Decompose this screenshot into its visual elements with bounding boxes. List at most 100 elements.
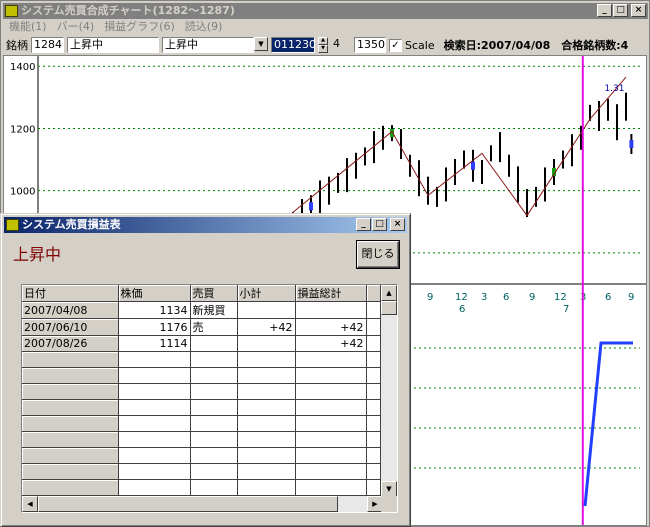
table-cell[interactable] bbox=[366, 463, 381, 480]
table-row[interactable]: 2007/04/08 1134 新規買 bbox=[22, 301, 381, 319]
column-header[interactable]: 小計 bbox=[237, 285, 296, 302]
table-cell[interactable] bbox=[295, 383, 367, 400]
table-cell[interactable] bbox=[237, 431, 296, 448]
table-cell[interactable]: 1176 bbox=[118, 318, 191, 336]
table-cell[interactable] bbox=[366, 351, 381, 368]
table-row[interactable] bbox=[22, 431, 381, 448]
column-header[interactable]: 損益総計 bbox=[295, 285, 367, 302]
table-cell[interactable] bbox=[366, 399, 381, 416]
table-cell[interactable] bbox=[295, 367, 367, 384]
dialog-titlebar[interactable]: システム売買損益表 _ □ × bbox=[4, 217, 407, 233]
table-cell[interactable] bbox=[190, 447, 238, 464]
table-cell[interactable]: 2007/04/08 bbox=[22, 301, 119, 319]
table-cell[interactable]: +42 bbox=[295, 318, 367, 336]
table-row[interactable] bbox=[22, 447, 381, 464]
table-cell[interactable] bbox=[237, 335, 296, 352]
table-cell[interactable] bbox=[190, 383, 238, 400]
name-field[interactable]: 上昇中 bbox=[67, 37, 159, 53]
table-cell[interactable] bbox=[237, 447, 296, 464]
close-window-button[interactable]: × bbox=[631, 4, 646, 17]
table-cell[interactable]: 新規買 bbox=[190, 301, 238, 319]
table-cell[interactable] bbox=[190, 351, 238, 368]
table-cell[interactable] bbox=[237, 479, 296, 496]
menu-item-pnl-graph[interactable]: 損益グラフ(6) bbox=[104, 19, 175, 35]
strategy-value[interactable]: 上昇中 bbox=[162, 37, 254, 53]
trade-grid[interactable]: 日付 株価 売買 小計 損益総計 2007/04/08 1134 新規買 2007/06/10… bbox=[21, 284, 398, 513]
table-cell[interactable] bbox=[366, 301, 381, 319]
table-cell[interactable] bbox=[190, 367, 238, 384]
table-cell[interactable] bbox=[237, 399, 296, 416]
column-header[interactable]: 株価 bbox=[118, 285, 191, 302]
table-cell[interactable] bbox=[237, 301, 296, 319]
table-cell[interactable] bbox=[118, 447, 191, 464]
table-cell[interactable] bbox=[295, 463, 367, 480]
chevron-down-icon[interactable]: ▼ bbox=[254, 37, 268, 51]
table-cell[interactable] bbox=[190, 335, 238, 352]
table-cell[interactable] bbox=[118, 383, 191, 400]
table-cell[interactable] bbox=[237, 383, 296, 400]
scale-checkbox[interactable]: ✓ bbox=[389, 38, 402, 52]
table-cell[interactable]: 売 bbox=[190, 318, 238, 336]
table-cell[interactable] bbox=[118, 367, 191, 384]
table-row[interactable]: 2007/08/26 1114 +42 bbox=[22, 335, 381, 352]
menu-item-function[interactable]: 機能(1) bbox=[9, 19, 47, 35]
table-cell[interactable] bbox=[237, 415, 296, 432]
table-cell[interactable] bbox=[118, 351, 191, 368]
table-cell[interactable] bbox=[366, 318, 381, 336]
minimize-button[interactable]: _ bbox=[597, 4, 612, 17]
column-header[interactable]: 売買 bbox=[190, 285, 238, 302]
number-field[interactable]: 1350 bbox=[354, 37, 386, 53]
table-cell[interactable] bbox=[22, 431, 119, 448]
table-cell[interactable] bbox=[295, 399, 367, 416]
column-header[interactable]: 日付 bbox=[22, 285, 119, 302]
horizontal-scrollbar[interactable]: ◀ ▶ bbox=[22, 496, 383, 512]
table-cell[interactable] bbox=[118, 479, 191, 496]
table-cell[interactable] bbox=[190, 479, 238, 496]
date-code-field[interactable]: 011230 bbox=[271, 37, 315, 53]
maximize-button[interactable]: □ bbox=[613, 4, 628, 17]
table-cell[interactable] bbox=[22, 399, 119, 416]
table-cell[interactable] bbox=[22, 479, 119, 496]
strategy-combo[interactable]: 上昇中 ▼ bbox=[162, 37, 268, 53]
close-button[interactable]: 閉じる bbox=[356, 240, 400, 269]
table-cell[interactable]: 1114 bbox=[118, 335, 191, 352]
menu-item-bar[interactable]: バー(4) bbox=[57, 19, 95, 35]
table-cell[interactable] bbox=[22, 351, 119, 368]
table-cell[interactable] bbox=[366, 479, 381, 496]
horizontal-scroll-thumb[interactable] bbox=[38, 496, 338, 512]
table-cell[interactable] bbox=[295, 479, 367, 496]
table-cell[interactable] bbox=[237, 463, 296, 480]
table-cell[interactable] bbox=[118, 431, 191, 448]
table-cell[interactable] bbox=[237, 367, 296, 384]
table-cell[interactable] bbox=[295, 351, 367, 368]
table-cell[interactable] bbox=[22, 463, 119, 480]
table-cell[interactable] bbox=[190, 415, 238, 432]
table-row[interactable] bbox=[22, 383, 381, 400]
table-cell[interactable]: 1134 bbox=[118, 301, 191, 319]
table-cell[interactable] bbox=[190, 463, 238, 480]
table-cell[interactable] bbox=[22, 415, 119, 432]
table-cell[interactable] bbox=[237, 351, 296, 368]
table-row[interactable] bbox=[22, 351, 381, 368]
table-cell[interactable] bbox=[295, 447, 367, 464]
dialog-maximize-button[interactable]: □ bbox=[372, 218, 387, 231]
dialog-close-x-button[interactable]: × bbox=[390, 218, 405, 231]
table-cell[interactable] bbox=[295, 415, 367, 432]
spin-control[interactable]: ▲ ▼ bbox=[318, 37, 328, 53]
dialog-minimize-button[interactable]: _ bbox=[356, 218, 371, 231]
table-row[interactable] bbox=[22, 415, 381, 432]
table-cell[interactable] bbox=[295, 431, 367, 448]
table-cell[interactable] bbox=[295, 301, 367, 319]
table-cell[interactable]: +42 bbox=[295, 335, 367, 352]
table-cell[interactable] bbox=[22, 383, 119, 400]
table-cell[interactable] bbox=[22, 367, 119, 384]
table-row[interactable] bbox=[22, 367, 381, 384]
menu-item-load[interactable]: 読込(9) bbox=[185, 19, 223, 35]
scroll-up-icon[interactable]: ▲ bbox=[381, 285, 397, 301]
table-cell[interactable] bbox=[190, 431, 238, 448]
table-cell[interactable]: 2007/08/26 bbox=[22, 335, 119, 352]
table-cell[interactable] bbox=[366, 431, 381, 448]
table-cell[interactable] bbox=[366, 335, 381, 352]
table-cell[interactable] bbox=[118, 399, 191, 416]
table-cell[interactable] bbox=[118, 463, 191, 480]
